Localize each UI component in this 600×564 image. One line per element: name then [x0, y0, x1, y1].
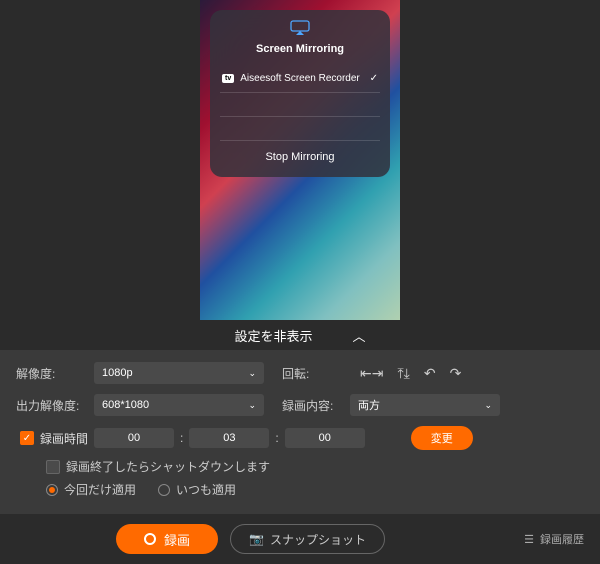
output-resolution-label: 出力解像度: — [16, 397, 86, 414]
bottom-toolbar: 録画 📷 スナップショット ☰ 録画履歴 — [0, 514, 600, 564]
chevron-down-icon: ⌄ — [248, 400, 256, 411]
flip-horizontal-icon[interactable]: ⇤⇥ — [360, 365, 383, 382]
resolution-select[interactable]: 1080p ⌄ — [94, 362, 264, 384]
chevron-down-icon: ⌄ — [248, 368, 256, 379]
chevron-down-icon: ⌄ — [484, 400, 492, 411]
stop-mirroring-button[interactable]: Stop Mirroring — [220, 141, 380, 167]
list-icon: ☰ — [524, 533, 534, 546]
airplay-icon — [220, 20, 380, 39]
rotate-left-icon[interactable]: ↶ — [424, 365, 436, 382]
time-hours-input[interactable] — [94, 428, 174, 448]
change-button[interactable]: 変更 — [411, 426, 473, 450]
resolution-label: 解像度: — [16, 365, 86, 382]
mirror-title: Screen Mirroring — [220, 43, 380, 55]
mirror-device-item[interactable]: tv Aiseesoft Screen Recorder ✓ — [220, 65, 380, 93]
checkmark-icon: ✓ — [370, 73, 378, 84]
appletv-icon: tv — [222, 74, 234, 83]
shutdown-label: 録画終了したらシャットダウンします — [66, 458, 270, 475]
record-time-checkbox[interactable]: ✓ — [20, 431, 34, 445]
record-icon — [144, 533, 156, 545]
settings-toggle-bar[interactable]: 設定を非表示 ︿ — [0, 320, 600, 350]
apply-once-radio[interactable] — [46, 484, 58, 496]
settings-panel: 解像度: 1080p ⌄ 回転: ⇤⇥ ⤒⤓ ↶ ↷ 出力解像度: 608*10… — [0, 350, 600, 514]
apply-always-radio[interactable] — [158, 484, 170, 496]
phone-screen: Screen Mirroring tv Aiseesoft Screen Rec… — [200, 0, 400, 320]
camera-icon: 📷 — [249, 532, 264, 546]
flip-vertical-icon[interactable]: ⤒⤓ — [397, 365, 409, 382]
apply-always-label: いつも適用 — [176, 481, 236, 498]
time-seconds-input[interactable] — [285, 428, 365, 448]
screen-mirroring-panel: Screen Mirroring tv Aiseesoft Screen Rec… — [210, 10, 390, 177]
time-minutes-input[interactable] — [189, 428, 269, 448]
rotate-right-icon[interactable]: ↷ — [450, 365, 462, 382]
output-resolution-select[interactable]: 608*1080 ⌄ — [94, 394, 264, 416]
preview-area: Screen Mirroring tv Aiseesoft Screen Rec… — [0, 0, 600, 320]
settings-toggle-label: 設定を非表示 — [234, 326, 312, 345]
rotation-label: 回転: — [282, 365, 342, 382]
shutdown-checkbox[interactable] — [46, 460, 60, 474]
chevron-up-icon[interactable]: ︿ — [353, 326, 366, 345]
apply-once-label: 今回だけ適用 — [64, 481, 136, 498]
record-time-label: 録画時間 — [40, 430, 88, 447]
record-history-button[interactable]: ☰ 録画履歴 — [524, 531, 584, 547]
mirror-device-name: Aiseesoft Screen Recorder — [240, 73, 360, 84]
record-content-select[interactable]: 両方 ⌄ — [350, 394, 500, 416]
record-content-label: 録画内容: — [282, 397, 342, 414]
